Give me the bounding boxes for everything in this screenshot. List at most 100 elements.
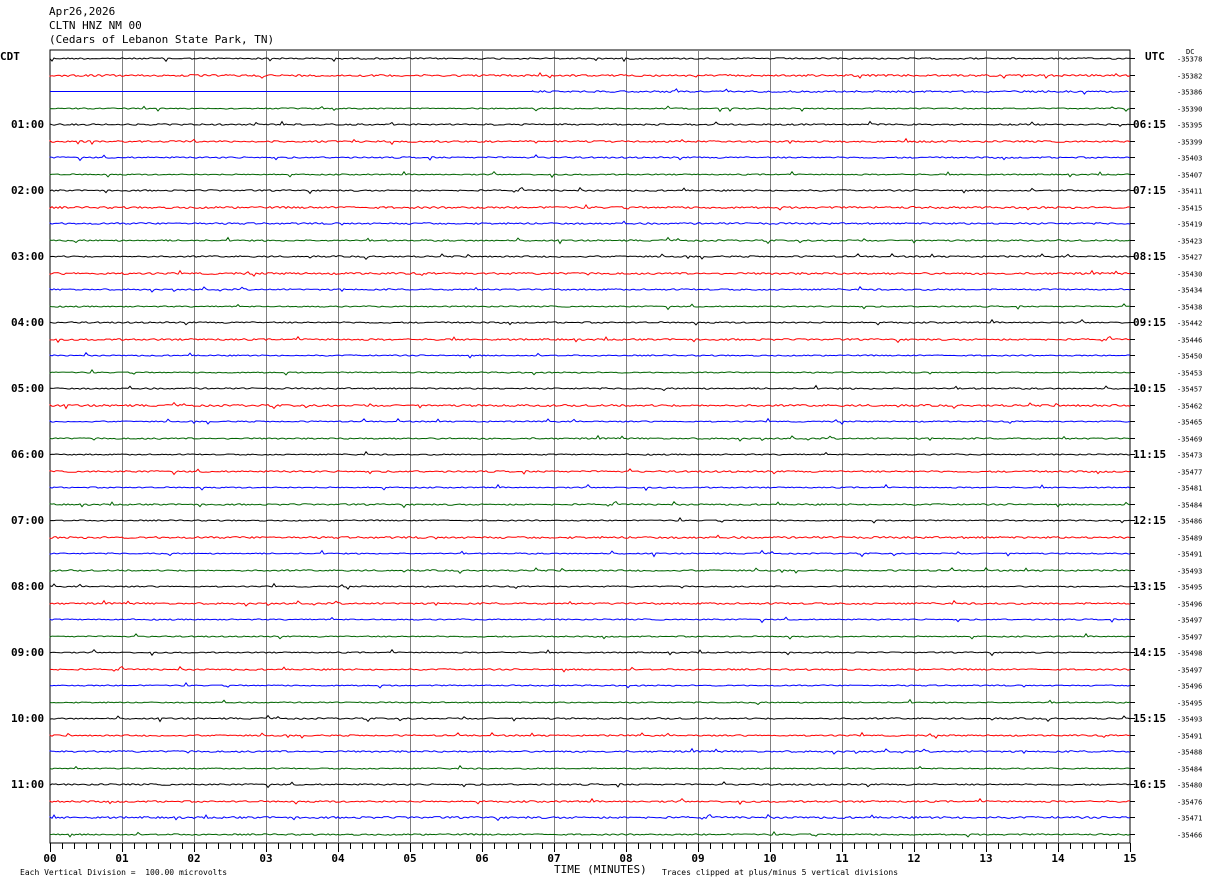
trace-line [49, 186, 1131, 195]
x-tick-label: 15 [1123, 852, 1136, 865]
dc-offset-label: -35491 [1177, 551, 1202, 559]
trace-line [49, 665, 1131, 673]
dc-offset-label: -35484 [1177, 502, 1202, 510]
right-hour-label: 14:15 [1133, 646, 1166, 659]
right-hour-label: 10:15 [1133, 382, 1166, 395]
dc-offset-label: -35390 [1177, 106, 1202, 114]
trace-line [49, 698, 1131, 706]
right-hour-label: 12:15 [1133, 514, 1166, 527]
x-tick-label: 09 [691, 852, 704, 865]
trace-line [49, 450, 1131, 456]
trace-line [49, 632, 1131, 640]
x-tick-label: 11 [835, 852, 849, 865]
dc-offset-label: -35453 [1177, 370, 1202, 378]
dc-offset-label: -35469 [1177, 436, 1202, 444]
trace-line [49, 517, 1131, 524]
trace-line [49, 203, 1131, 211]
trace-line [49, 500, 1131, 509]
scale-note: Each Vertical Division = 100.00 microvol… [20, 868, 228, 877]
right-hour-label: 11:15 [1133, 448, 1166, 461]
trace-line [49, 71, 1131, 79]
trace-line [49, 797, 1130, 806]
dc-offset-label: -35427 [1177, 254, 1202, 262]
dc-offset-label: -35495 [1177, 584, 1202, 592]
right-hour-label: 16:15 [1133, 778, 1166, 791]
dc-offset-label: -35486 [1177, 518, 1202, 526]
dc-offset-label: -35403 [1177, 155, 1202, 163]
left-hour-label: 11:00 [11, 778, 44, 791]
right-hour-label: 08:15 [1133, 250, 1166, 263]
dc-offset-label: -35446 [1177, 337, 1202, 345]
plot-frame [49, 49, 1131, 844]
trace-line [49, 682, 1131, 689]
left-hour-label: 05:00 [11, 382, 44, 395]
trace-line [49, 714, 1131, 723]
dc-offset-label: -35466 [1177, 832, 1202, 840]
trace-line [49, 830, 1131, 838]
right-hour-label: 15:15 [1133, 712, 1166, 725]
trace-line [49, 764, 1131, 770]
trace-line [49, 401, 1131, 410]
dc-offset-label: -35415 [1177, 205, 1202, 213]
right-hour-label: 13:15 [1133, 580, 1166, 593]
dc-offset-label: -35386 [1177, 89, 1202, 97]
dc-offset-label: -35497 [1177, 617, 1202, 625]
dc-offset-label: -35457 [1177, 386, 1202, 394]
trace-line [49, 747, 1131, 755]
trace-line [531, 88, 1129, 95]
dc-offset-label: -35493 [1177, 716, 1202, 724]
trace-line [49, 599, 1131, 607]
left-hour-label: 01:00 [11, 118, 44, 131]
dc-offset-label: -35495 [1177, 700, 1202, 708]
x-tick-label: 10 [763, 852, 776, 865]
dc-offset-label: -35438 [1177, 304, 1202, 312]
x-tick-label: 06 [475, 852, 489, 865]
x-tick-label: 14 [1051, 852, 1065, 865]
trace-line [49, 285, 1131, 293]
trace-line [49, 303, 1131, 311]
right-hour-label: 09:15 [1133, 316, 1166, 329]
trace-line [49, 105, 1131, 113]
dc-offset-label: -35423 [1177, 238, 1202, 246]
dc-offset-label: -35450 [1177, 353, 1202, 361]
x-tick-label: 13 [979, 852, 992, 865]
dc-offset-label: -35395 [1177, 122, 1202, 130]
dc-offset-label: -35382 [1177, 73, 1202, 81]
dc-offset-label: -35496 [1177, 683, 1202, 691]
x-tick-label: 03 [259, 852, 272, 865]
trace-line [49, 781, 1131, 789]
trace-line [49, 566, 1131, 575]
trace-line [49, 220, 1131, 226]
dc-offset-label: -35481 [1177, 485, 1202, 493]
dc-offset-label: -35471 [1177, 815, 1202, 823]
trace-line [49, 648, 1130, 657]
left-hour-label: 09:00 [11, 646, 44, 659]
trace-line [49, 483, 1131, 492]
dc-offset-label: -35489 [1177, 535, 1202, 543]
trace-line [49, 170, 1131, 179]
right-hour-label: 06:15 [1133, 118, 1166, 131]
trace-line [49, 434, 1131, 442]
dc-offset-label: -35476 [1177, 799, 1202, 807]
x-tick-label: 12 [907, 852, 920, 865]
dc-offset-label: -35407 [1177, 172, 1202, 180]
clip-note: Traces clipped at plus/minus 5 vertical … [662, 868, 899, 877]
left-hour-label: 10:00 [11, 712, 44, 725]
trace-line [49, 468, 1131, 476]
dc-offset-label: -35498 [1177, 650, 1202, 658]
x-axis-title: TIME (MINUTES) [554, 863, 647, 876]
dc-offset-label: -35411 [1177, 188, 1202, 196]
right-hour-label: 07:15 [1133, 184, 1166, 197]
trace-line [49, 120, 1131, 127]
x-tick-label: 00 [43, 852, 56, 865]
trace-line [49, 137, 1131, 146]
x-tick-label: 05 [403, 852, 416, 865]
dc-offset-label: -35378 [1177, 56, 1202, 64]
dc-offset-label: -35477 [1177, 469, 1202, 477]
trace-line [49, 384, 1131, 392]
dc-offset-label: -35434 [1177, 287, 1202, 295]
trace-line [49, 269, 1131, 277]
dc-offset-label: -35480 [1177, 782, 1202, 790]
trace-line [49, 57, 1131, 63]
dc-offset-label: -35442 [1177, 320, 1202, 328]
